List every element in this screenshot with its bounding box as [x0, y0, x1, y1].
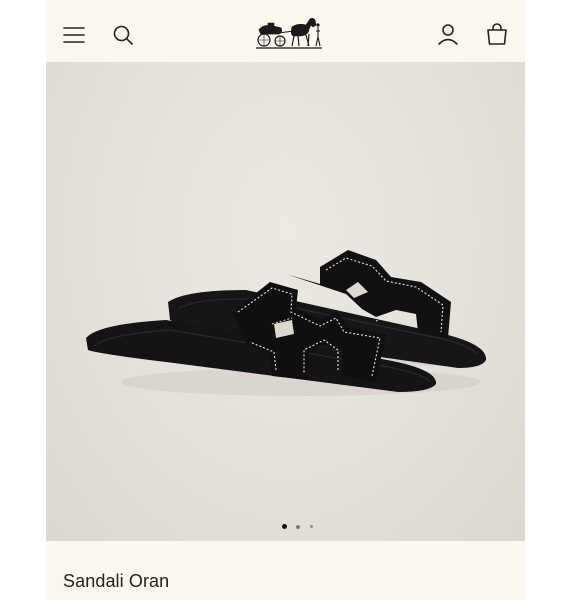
account-icon[interactable]	[436, 22, 460, 46]
horse-and-carriage-logo[interactable]	[254, 13, 324, 49]
carousel-dot[interactable]	[310, 525, 313, 528]
app-screen: Sandali Oran	[46, 0, 525, 600]
carousel-dot-active[interactable]	[282, 524, 287, 529]
menu-icon[interactable]	[62, 23, 86, 47]
carousel-pagination	[282, 524, 322, 530]
product-image-sandals	[86, 250, 487, 396]
search-icon[interactable]	[111, 23, 135, 47]
carousel-dot[interactable]	[296, 525, 300, 529]
shopping-bag-icon[interactable]	[485, 22, 509, 46]
product-image-carousel[interactable]	[46, 62, 525, 541]
top-navigation-bar	[46, 0, 525, 62]
product-title: Sandali Oran	[63, 571, 170, 591]
